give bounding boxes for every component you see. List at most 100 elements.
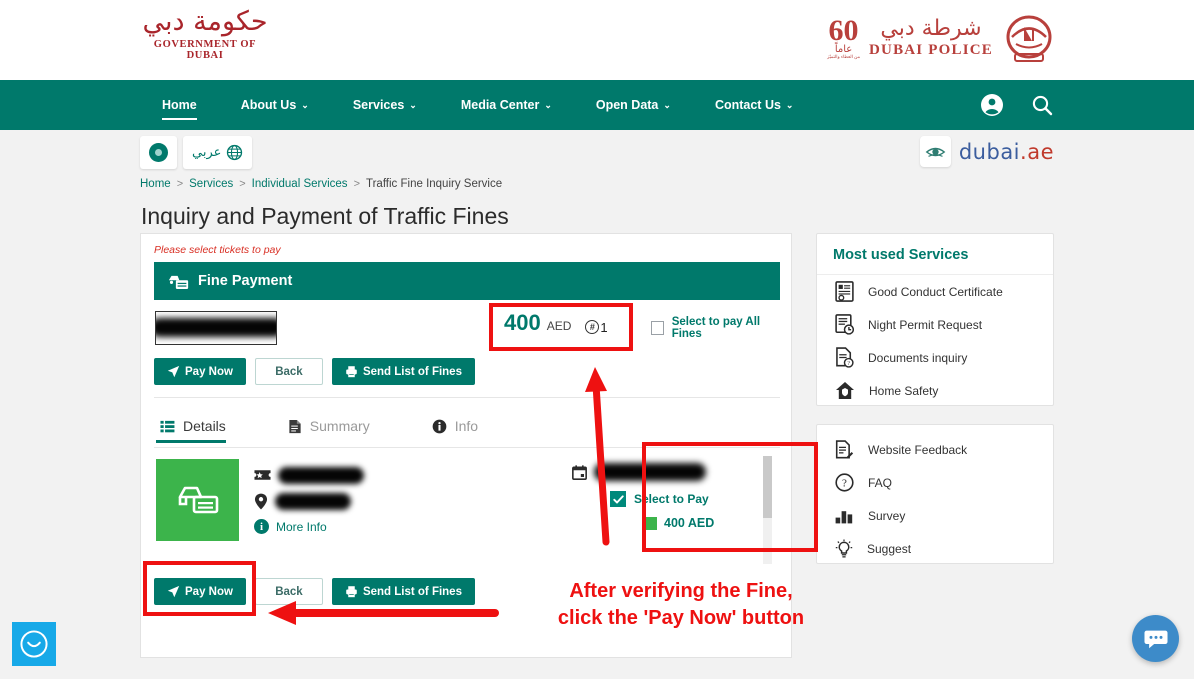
back-button-bottom[interactable]: Back — [254, 578, 323, 605]
annotation-box-amount — [489, 303, 633, 351]
map-pin-icon — [254, 493, 268, 509]
nav-item-home[interactable]: Home — [140, 80, 219, 130]
nav-item-about-us[interactable]: About Us ⌄ — [219, 80, 331, 130]
location-redacted — [275, 492, 351, 510]
police-60-subtitle: من العطاء والتميّز — [827, 54, 860, 59]
select-all-fines-label: Select to pay All Fines — [671, 316, 761, 340]
document-pencil-icon — [835, 439, 854, 459]
sidebar-item-night-permit-request[interactable]: Night Permit Request — [817, 308, 1053, 341]
sub-bar: عربي dubai.ae — [0, 130, 1194, 178]
sidebar-item-good-conduct-certificate[interactable]: Good Conduct Certificate — [817, 275, 1053, 308]
pay-now-button-top[interactable]: Pay Now — [154, 358, 246, 385]
bar-chart-icon — [835, 511, 853, 524]
sidebar-item-label: FAQ — [868, 475, 893, 490]
search-icon[interactable] — [1030, 93, 1054, 117]
tab-label: Info — [454, 418, 479, 434]
happiness-meter-widget[interactable] — [12, 622, 56, 666]
breadcrumb-item-services[interactable]: Services — [189, 178, 233, 190]
select-tickets-note: Please select tickets to pay — [154, 244, 281, 256]
nav-item-contact-us[interactable]: Contact Us ⌄ — [693, 80, 816, 130]
lightbulb-icon — [835, 539, 853, 557]
breadcrumb-item-current: Traffic Fine Inquiry Service — [366, 178, 503, 190]
sidebar-item-label: Night Permit Request — [868, 317, 983, 332]
accessibility-toggle-icon — [149, 143, 168, 162]
dubai-ae-portal-link[interactable]: dubai.ae — [919, 136, 1054, 167]
globe-icon — [227, 144, 243, 161]
chevron-down-icon: ⌄ — [409, 99, 417, 110]
list-details-icon — [160, 420, 175, 432]
sidebar-item-suggest[interactable]: Suggest — [817, 532, 1053, 565]
dubai-ae-name: dubai — [958, 139, 1021, 164]
sidebar-item-faq[interactable]: ? FAQ — [817, 466, 1053, 499]
sidebar-item-home-safety[interactable]: Home Safety — [817, 374, 1053, 407]
car-payment-icon — [168, 275, 189, 289]
back-button-top[interactable]: Back — [254, 358, 323, 385]
select-all-fines-checkbox[interactable] — [651, 321, 664, 335]
most-used-services-card: Most used Services Good Conduct Certific… — [816, 233, 1054, 406]
svg-text:?: ? — [847, 361, 850, 367]
certificate-document-icon — [835, 281, 854, 302]
dubai-police-crest-icon — [1006, 15, 1052, 62]
breadcrumb-item-home[interactable]: Home — [140, 178, 171, 190]
nav-item-services[interactable]: Services ⌄ — [331, 80, 439, 130]
sidebar-item-website-feedback[interactable]: Website Feedback — [817, 433, 1053, 466]
sidebar-item-label: Documents inquiry — [868, 350, 968, 365]
dubai-police-logo[interactable]: 60 عاماً من العطاء والتميّز شرطة دبي DUB… — [827, 13, 1056, 63]
nav-right-icons — [980, 80, 1054, 130]
send-list-label: Send List of Fines — [362, 365, 462, 378]
location-line — [254, 488, 364, 514]
question-circle-icon: ? — [835, 473, 854, 492]
document-clock-icon — [835, 314, 854, 335]
chevron-down-icon: ⌄ — [785, 99, 794, 110]
annotation-instruction-text: After verifying the Fine, click the 'Pay… — [511, 578, 851, 632]
nav-item-label: About Us — [240, 98, 297, 112]
sidebar-item-survey[interactable]: Survey — [817, 499, 1053, 532]
tab-label: Summary — [309, 418, 370, 434]
tab-summary[interactable]: Summary — [284, 412, 388, 443]
tab-info[interactable]: Info — [428, 412, 496, 443]
annotation-line-2: click the 'Pay Now' button — [557, 607, 805, 629]
breadcrumb-item-individual-services[interactable]: Individual Services — [252, 178, 348, 190]
select-all-fines-control[interactable]: Select to pay All Fines — [651, 316, 780, 340]
police-60-years-badge: 60 عاماً من العطاء والتميّز — [827, 15, 860, 60]
government-of-dubai-logo[interactable]: حكومة دبي GOVERNMENT OF DUBAI — [140, 6, 270, 61]
chat-bubble-icon — [1143, 630, 1168, 648]
nav-item-label: Open Data — [595, 98, 659, 112]
ticket-number-redacted — [278, 466, 364, 484]
sidebar-item-documents-inquiry[interactable]: ? Documents inquiry — [817, 341, 1053, 374]
chevron-down-icon: ⌄ — [663, 99, 671, 110]
select-to-pay-checkbox[interactable] — [610, 491, 626, 507]
police-wordmark: شرطة دبي DUBAI POLICE — [869, 17, 993, 58]
sidebar-item-label: Website Feedback — [868, 442, 968, 457]
send-list-of-fines-button-bottom[interactable]: Send List of Fines — [331, 578, 475, 605]
svg-text:?: ? — [842, 477, 847, 489]
more-info-link[interactable]: i More Info — [254, 519, 364, 534]
tab-label: Details — [183, 418, 226, 434]
chat-support-button[interactable] — [1132, 615, 1179, 662]
police-english-name: DUBAI POLICE — [869, 41, 993, 58]
chevron-down-icon: ⌄ — [301, 99, 309, 110]
nav-item-open-data[interactable]: Open Data ⌄ — [574, 80, 693, 130]
language-label: عربي — [192, 145, 222, 160]
info-circle-icon: i — [254, 519, 269, 534]
document-icon — [289, 419, 301, 433]
nav-item-media-center[interactable]: Media Center ⌄ — [439, 80, 574, 130]
send-plane-icon — [167, 365, 180, 378]
gov-logo-arabic: حكومة دبي — [142, 6, 268, 37]
back-label: Back — [275, 585, 303, 598]
ticket-icon — [254, 470, 271, 480]
info-circle-icon — [432, 419, 447, 433]
accessibility-toggle-button[interactable] — [140, 136, 177, 169]
fine-amount-row: 400 AED # 1 Select to pay All Fines — [154, 306, 780, 350]
nav-item-label: Media Center — [460, 98, 540, 112]
language-switch-button[interactable]: عربي — [183, 136, 253, 169]
dubai-ae-tld: .ae — [1020, 139, 1054, 164]
nav-items: Home About Us ⌄ Services ⌄ Media Center … — [140, 80, 815, 130]
fine-detail-tabs: Details Summary Info — [156, 412, 536, 443]
breadcrumb-separator: > — [353, 178, 360, 190]
tab-details[interactable]: Details — [156, 412, 244, 443]
send-list-of-fines-button-top[interactable]: Send List of Fines — [331, 358, 475, 385]
account-circle-icon[interactable] — [980, 93, 1004, 117]
dubai-ae-wordmark: dubai.ae — [959, 140, 1054, 164]
annotation-line-1: After verifying the Fine, — [569, 580, 793, 602]
